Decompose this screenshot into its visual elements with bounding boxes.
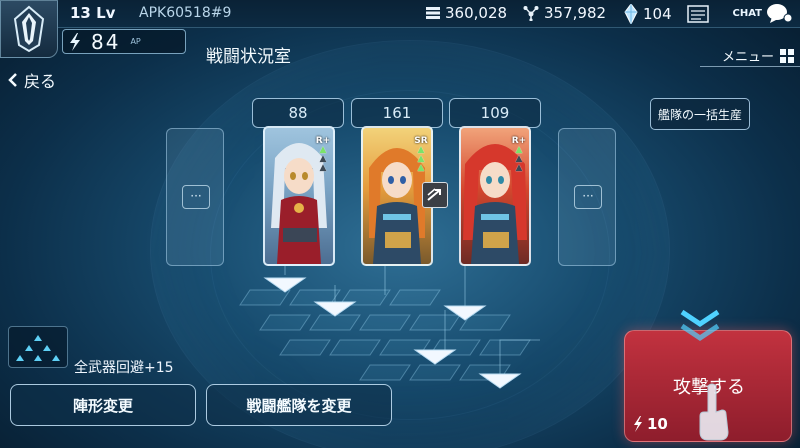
crystal-icon <box>624 4 638 24</box>
chat-label: CHAT <box>732 7 763 19</box>
attack-cost: 10 <box>633 415 668 433</box>
fleet-card-1[interactable]: R+ ▲ ▲ ▲ <box>263 126 335 266</box>
attack-cost-value: 10 <box>647 415 668 433</box>
empty-slot-icon: ··· <box>574 185 602 209</box>
star-icon: ▲ <box>417 163 425 173</box>
crystal-value: 104 <box>643 5 672 23</box>
menu-divider <box>700 66 800 67</box>
ap-unit: AP <box>130 37 141 46</box>
ap-display: 84 AP <box>62 29 186 54</box>
lightning-icon <box>70 32 80 51</box>
chat-bubble-icon <box>767 4 792 23</box>
emblem-icon <box>13 5 45 53</box>
ap-value: 84 <box>91 29 121 54</box>
chevron-down-icon <box>680 309 720 342</box>
fleet-power-3: 109 <box>449 98 541 128</box>
fuel-resource: 360,028 <box>426 4 507 22</box>
fuel-value: 360,028 <box>445 4 508 22</box>
commander-emblem[interactable] <box>0 0 58 58</box>
formation-bonus-text: 全武器回避+15 <box>74 360 174 376</box>
top-bar <box>0 0 800 28</box>
chevron-left-icon <box>8 73 17 87</box>
empty-fleet-slot-left[interactable]: ··· <box>166 128 224 266</box>
player-level: 13 Lv <box>70 4 116 22</box>
star-icon: ▲ <box>319 163 327 173</box>
menu-button[interactable]: メニュー <box>722 46 794 65</box>
rank-badge: R+ ▲ ▲ ▲ <box>315 136 331 173</box>
crystal-resource: 104 <box>624 4 672 24</box>
formation-pattern-icon <box>16 335 60 361</box>
formation-map <box>239 255 540 389</box>
formation-icon[interactable] <box>8 326 68 368</box>
player-id: APK60518#9 <box>139 5 232 21</box>
swap-arrows-icon <box>427 188 441 201</box>
fleet-power-1: 88 <box>252 98 344 128</box>
lightning-icon <box>634 416 642 432</box>
page-title: 戦闘状況室 <box>206 47 291 67</box>
rank-badge: SR ▲ ▲ ▲ <box>413 136 429 173</box>
swap-button[interactable] <box>422 182 448 208</box>
bulk-produce-button[interactable]: 艦隊の一括生産 <box>650 98 750 130</box>
metal-resource: 357,982 <box>523 4 606 22</box>
chat-button[interactable]: CHAT <box>732 3 792 23</box>
back-label: 戻る <box>24 72 57 91</box>
empty-fleet-slot-right[interactable]: ··· <box>558 128 616 266</box>
fleet-card-3[interactable]: R+ ▲ ▲ ▲ <box>459 126 531 266</box>
rank-badge: R+ ▲ ▲ ▲ <box>511 136 527 173</box>
grid-icon <box>780 48 794 63</box>
menu-label: メニュー <box>721 50 774 65</box>
fuel-icon <box>426 7 440 19</box>
fleet-power-2: 161 <box>351 98 443 128</box>
pointing-hand-icon <box>699 383 729 441</box>
metal-value: 357,982 <box>544 4 607 22</box>
back-button[interactable]: 戻る <box>8 68 56 92</box>
empty-slot-icon: ··· <box>182 185 210 209</box>
star-icon: ▲ <box>515 163 523 173</box>
fleet-change-button[interactable]: 戦闘艦隊を変更 <box>206 384 392 426</box>
metal-icon <box>523 6 539 21</box>
formation-change-button[interactable]: 陣形変更 <box>10 384 196 426</box>
mail-icon[interactable] <box>687 5 709 23</box>
